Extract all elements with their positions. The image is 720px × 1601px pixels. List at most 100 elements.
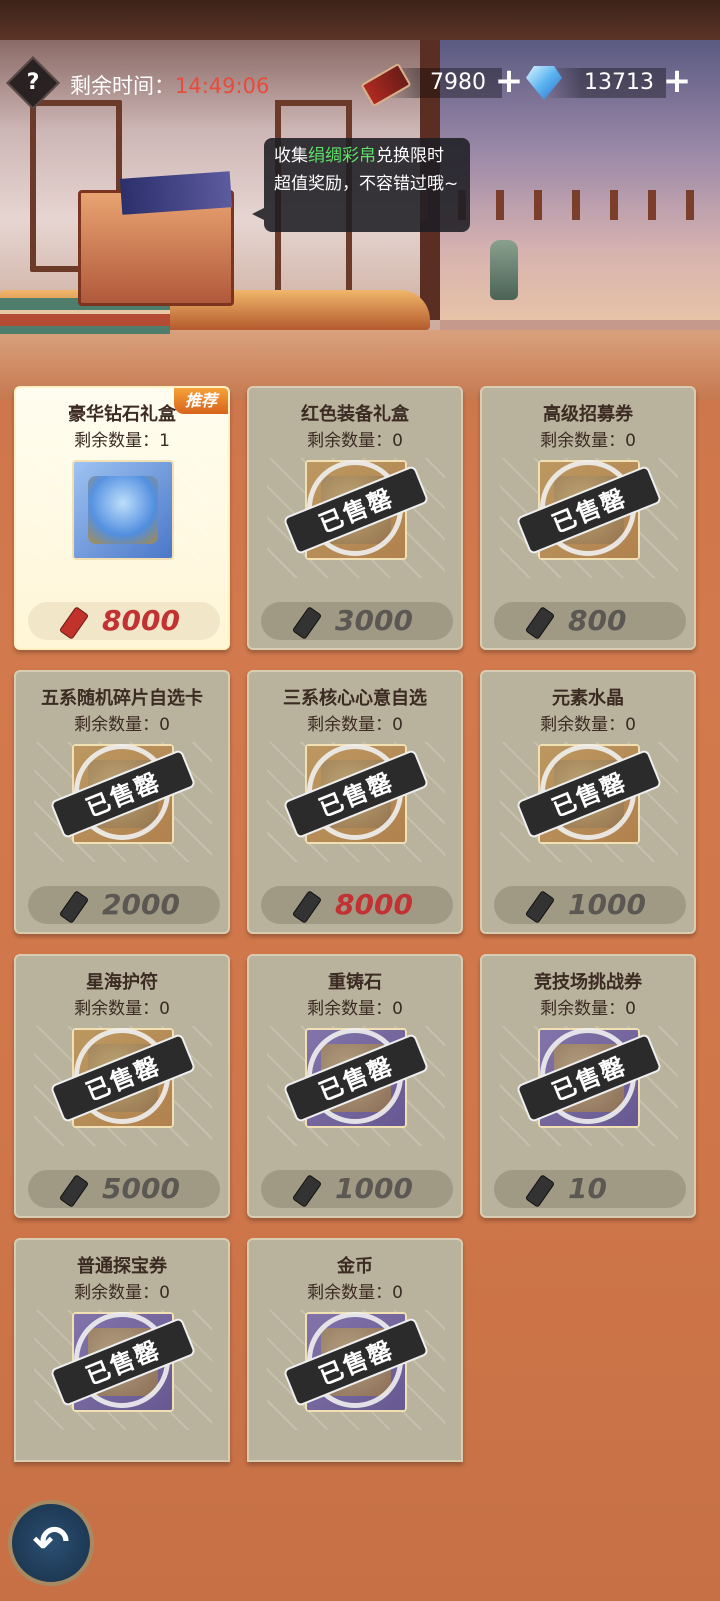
silk-currency: 7980 +: [360, 62, 526, 108]
remaining-value: 0: [625, 999, 636, 1019]
silk-icon: [58, 606, 90, 640]
item-icon: [538, 1028, 640, 1128]
item-icon: [72, 1028, 174, 1128]
item-price: 2000: [102, 888, 180, 921]
remaining-label: 剩余数量：: [540, 999, 626, 1019]
item-icon: [305, 744, 407, 844]
item-remaining: 剩余数量：0: [16, 710, 228, 735]
remaining-label: 剩余数量：: [540, 715, 626, 735]
price-button: 5000: [28, 1170, 220, 1208]
item-name: 红色装备礼盒: [301, 404, 409, 425]
remaining-label: 剩余数量：: [74, 999, 160, 1019]
tooltip-bubble: 收集绢绸彩帛兑换限时超值奖励，不容错过哦~: [252, 138, 470, 232]
remaining-time: 剩余时间：14:49:06: [70, 70, 269, 100]
item-icon: [72, 1312, 174, 1412]
shop-item-card: 高级招募券 剩余数量：0 已售罄 800: [480, 386, 696, 650]
remaining-label: 剩余数量：: [540, 431, 626, 451]
diamond-count: 13713: [584, 70, 654, 95]
shop-item-card: 普通探宝券 剩余数量：0 已售罄: [14, 1238, 230, 1462]
item-remaining: 剩余数量：0: [249, 426, 461, 451]
item-price: 8000: [335, 888, 413, 921]
item-name: 重铸石: [328, 972, 382, 993]
price-button: 1000: [494, 886, 686, 924]
item-price: 5000: [102, 1172, 180, 1205]
silk-icon: [58, 890, 90, 924]
tooltip-highlight: 绢绸彩帛: [308, 146, 376, 166]
item-remaining: 剩余数量：1: [16, 426, 228, 451]
back-button[interactable]: ↶: [8, 1500, 94, 1586]
item-icon: [305, 1028, 407, 1128]
silk-icon: [291, 890, 323, 924]
item-price: 1000: [568, 888, 646, 921]
question-icon: ?: [26, 70, 40, 95]
shop-item-card: 金币 剩余数量：0 已售罄: [247, 1238, 463, 1462]
add-silk-button[interactable]: +: [492, 64, 526, 98]
silk-icon: [291, 1174, 323, 1208]
item-name: 五系随机碎片自选卡: [41, 688, 203, 709]
remaining-label: 剩余数量：: [307, 1283, 393, 1303]
back-arrow-icon: ↶: [32, 1517, 70, 1568]
top-bar: ? 剩余时间：14:49:06 7980 + 13713 +: [0, 56, 720, 110]
item-name: 普通探宝券: [77, 1256, 167, 1277]
price-button: 8000: [261, 886, 453, 924]
remaining-label: 剩余数量：: [307, 999, 393, 1019]
item-remaining: 剩余数量：0: [16, 994, 228, 1019]
shop-item-card: 重铸石 剩余数量：0 已售罄 1000: [247, 954, 463, 1218]
item-remaining: 剩余数量：0: [249, 710, 461, 735]
item-name: 元素水晶: [552, 688, 624, 709]
remaining-value: 0: [392, 431, 403, 451]
remaining-time-value: 14:49:06: [175, 74, 270, 98]
silk-icon: [58, 1174, 90, 1208]
price-button: 3000: [261, 602, 453, 640]
silk-icon: [291, 606, 323, 640]
remaining-value: 0: [159, 1283, 170, 1303]
remaining-value: 0: [625, 431, 636, 451]
price-button: 800: [494, 602, 686, 640]
item-remaining: 剩余数量：0: [482, 426, 694, 451]
shop-item-card: 五系随机碎片自选卡 剩余数量：0 已售罄 2000: [14, 670, 230, 934]
remaining-value: 0: [159, 715, 170, 735]
remaining-label: 剩余数量：: [74, 431, 160, 451]
item-remaining: 剩余数量：0: [249, 994, 461, 1019]
shop-item-card[interactable]: 推荐 豪华钻石礼盒 剩余数量：1 8000: [14, 386, 230, 650]
tooltip-prefix: 收集: [274, 146, 308, 166]
item-name: 高级招募券: [543, 404, 633, 425]
item-remaining: 剩余数量：0: [16, 1278, 228, 1303]
item-icon: [538, 744, 640, 844]
shop-item-card: 红色装备礼盒 剩余数量：0 已售罄 3000: [247, 386, 463, 650]
add-diamond-button[interactable]: +: [660, 64, 694, 98]
item-price: 10: [568, 1172, 607, 1205]
shop-item-card: 元素水晶 剩余数量：0 已售罄 1000: [480, 670, 696, 934]
price-button: 1000: [261, 1170, 453, 1208]
item-name: 竞技场挑战券: [534, 972, 642, 993]
shop-item-card: 星海护符 剩余数量：0 已售罄 5000: [14, 954, 230, 1218]
remaining-value: 1: [159, 431, 170, 451]
silk-icon: [524, 606, 556, 640]
silk-icon: [524, 890, 556, 924]
item-price: 8000: [102, 604, 180, 637]
treasure-chest-illustration: [78, 190, 234, 306]
price-button: 10: [494, 1170, 686, 1208]
item-name: 金币: [337, 1256, 373, 1277]
help-button[interactable]: ?: [6, 56, 60, 110]
diamond-currency: 13713 +: [524, 62, 694, 102]
item-remaining: 剩余数量：0: [482, 710, 694, 735]
remaining-label: 剩余数量：: [307, 715, 393, 735]
shop-item-card: 三系核心心意自选 剩余数量：0 已售罄 8000: [247, 670, 463, 934]
remaining-label: 剩余数量：: [307, 431, 393, 451]
item-name: 三系核心心意自选: [283, 688, 427, 709]
item-icon: [72, 744, 174, 844]
remaining-value: 0: [392, 999, 403, 1019]
remaining-time-label: 剩余时间：: [70, 74, 175, 98]
price-button[interactable]: 8000: [28, 602, 220, 640]
item-name: 星海护符: [86, 972, 158, 993]
remaining-value: 0: [392, 1283, 403, 1303]
item-icon: [305, 460, 407, 560]
silk-count: 7980: [430, 70, 486, 95]
item-remaining: 剩余数量：0: [482, 994, 694, 1019]
item-price: 800: [568, 604, 627, 637]
item-name: 豪华钻石礼盒: [68, 404, 176, 425]
item-price: 1000: [335, 1172, 413, 1205]
remaining-label: 剩余数量：: [74, 715, 160, 735]
vase: [490, 240, 518, 300]
